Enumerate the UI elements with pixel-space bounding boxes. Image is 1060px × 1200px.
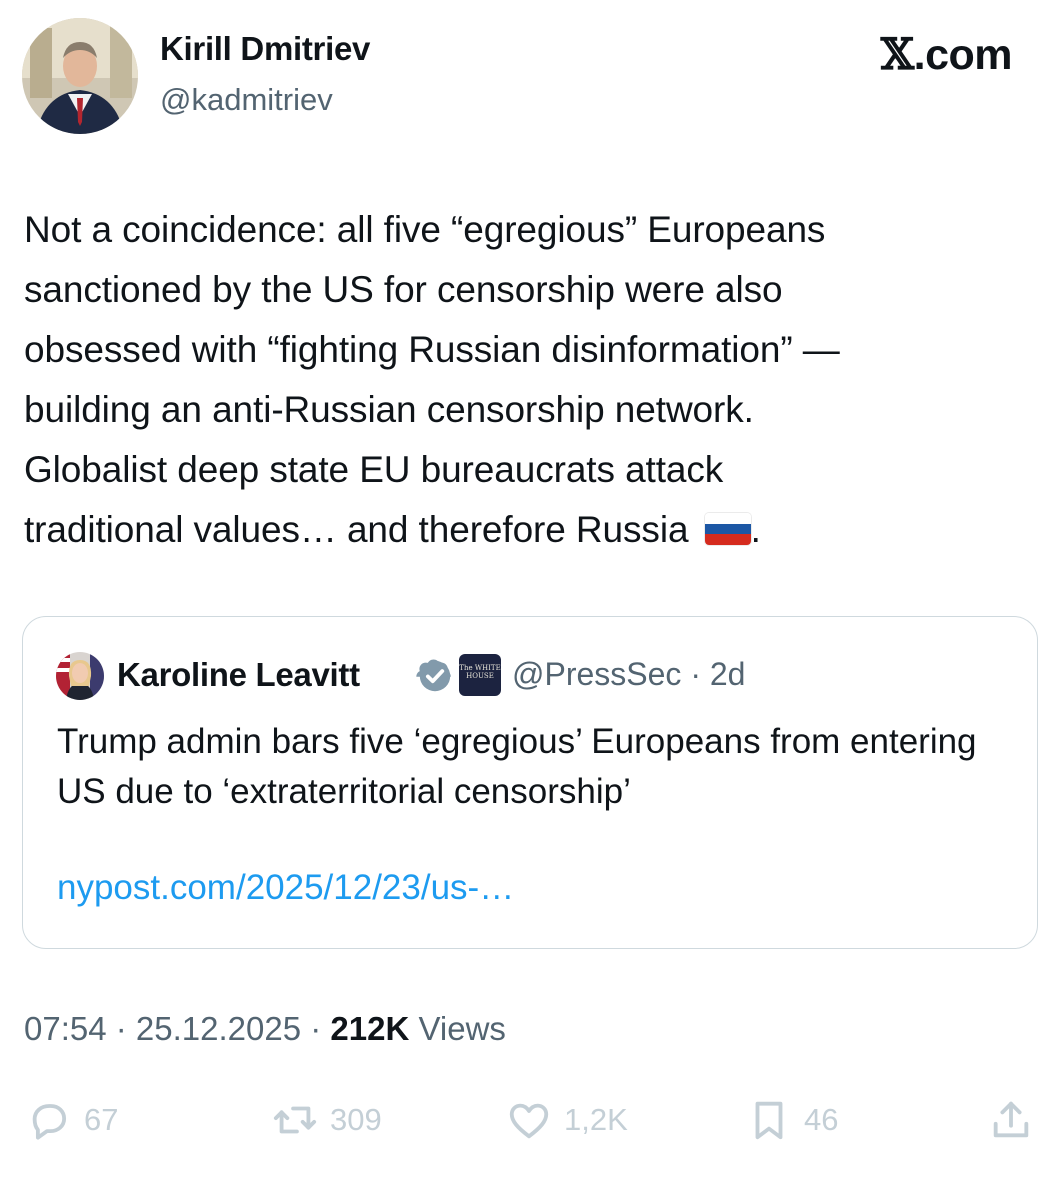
quoted-handle-time[interactable]: @PressSec · 2d <box>512 656 745 693</box>
tweet-trailing: . <box>750 509 761 550</box>
share-icon <box>993 1101 1029 1138</box>
bookmark-button[interactable]: 46 <box>746 1095 838 1145</box>
quoted-link[interactable]: nypost.com/2025/12/23/us-… <box>57 868 514 908</box>
x-logo-icon: 𝕏 <box>880 30 914 80</box>
source-domain: .com <box>913 31 1013 79</box>
quoted-text: Trump admin bars five ‘egregious’ Europe… <box>57 722 977 811</box>
quoted-avatar[interactable] <box>56 652 104 700</box>
heart-icon <box>509 1103 549 1139</box>
verified-badge-icon <box>416 659 451 692</box>
reply-button[interactable]: 67 <box>26 1095 118 1145</box>
author-handle[interactable]: @kadmitriev <box>160 82 333 118</box>
views-label: Views <box>409 1010 506 1047</box>
white-house-badge-icon: The WHITE HOUSE <box>459 654 501 696</box>
author-name[interactable]: Kirill Dmitriev <box>160 30 370 68</box>
repost-icon <box>273 1106 317 1134</box>
reply-count: 67 <box>84 1102 119 1137</box>
source-label: 𝕏.com <box>880 30 1013 80</box>
quoted-tweet-card[interactable]: Karoline Leavitt The WHITE HOUSE @PressS… <box>22 616 1038 949</box>
author-avatar[interactable] <box>22 18 138 134</box>
action-bar: 67 309 1,2K 46 <box>0 1085 1060 1155</box>
quoted-author-name[interactable]: Karoline Leavitt <box>117 656 360 694</box>
like-count: 1,2K <box>564 1102 628 1137</box>
reply-icon <box>32 1104 67 1140</box>
bookmark-count: 46 <box>804 1102 839 1137</box>
like-button[interactable]: 1,2K <box>506 1095 628 1145</box>
repost-count: 309 <box>330 1102 382 1137</box>
share-button[interactable] <box>988 1095 1034 1145</box>
tweet-body: Not a coincidence: all five “egregious” … <box>24 209 840 550</box>
tweet-text: Not a coincidence: all five “egregious” … <box>24 200 1054 560</box>
repost-button[interactable]: 309 <box>272 1095 382 1145</box>
bookmark-icon <box>755 1101 783 1140</box>
views-count: 212K <box>330 1010 410 1047</box>
tweet-timestamp[interactable]: 07:54 · 25.12.2025 · <box>24 1010 330 1047</box>
russia-flag-icon <box>704 513 751 545</box>
tweet-meta: 07:54 · 25.12.2025 · 212K Views <box>24 1010 506 1048</box>
